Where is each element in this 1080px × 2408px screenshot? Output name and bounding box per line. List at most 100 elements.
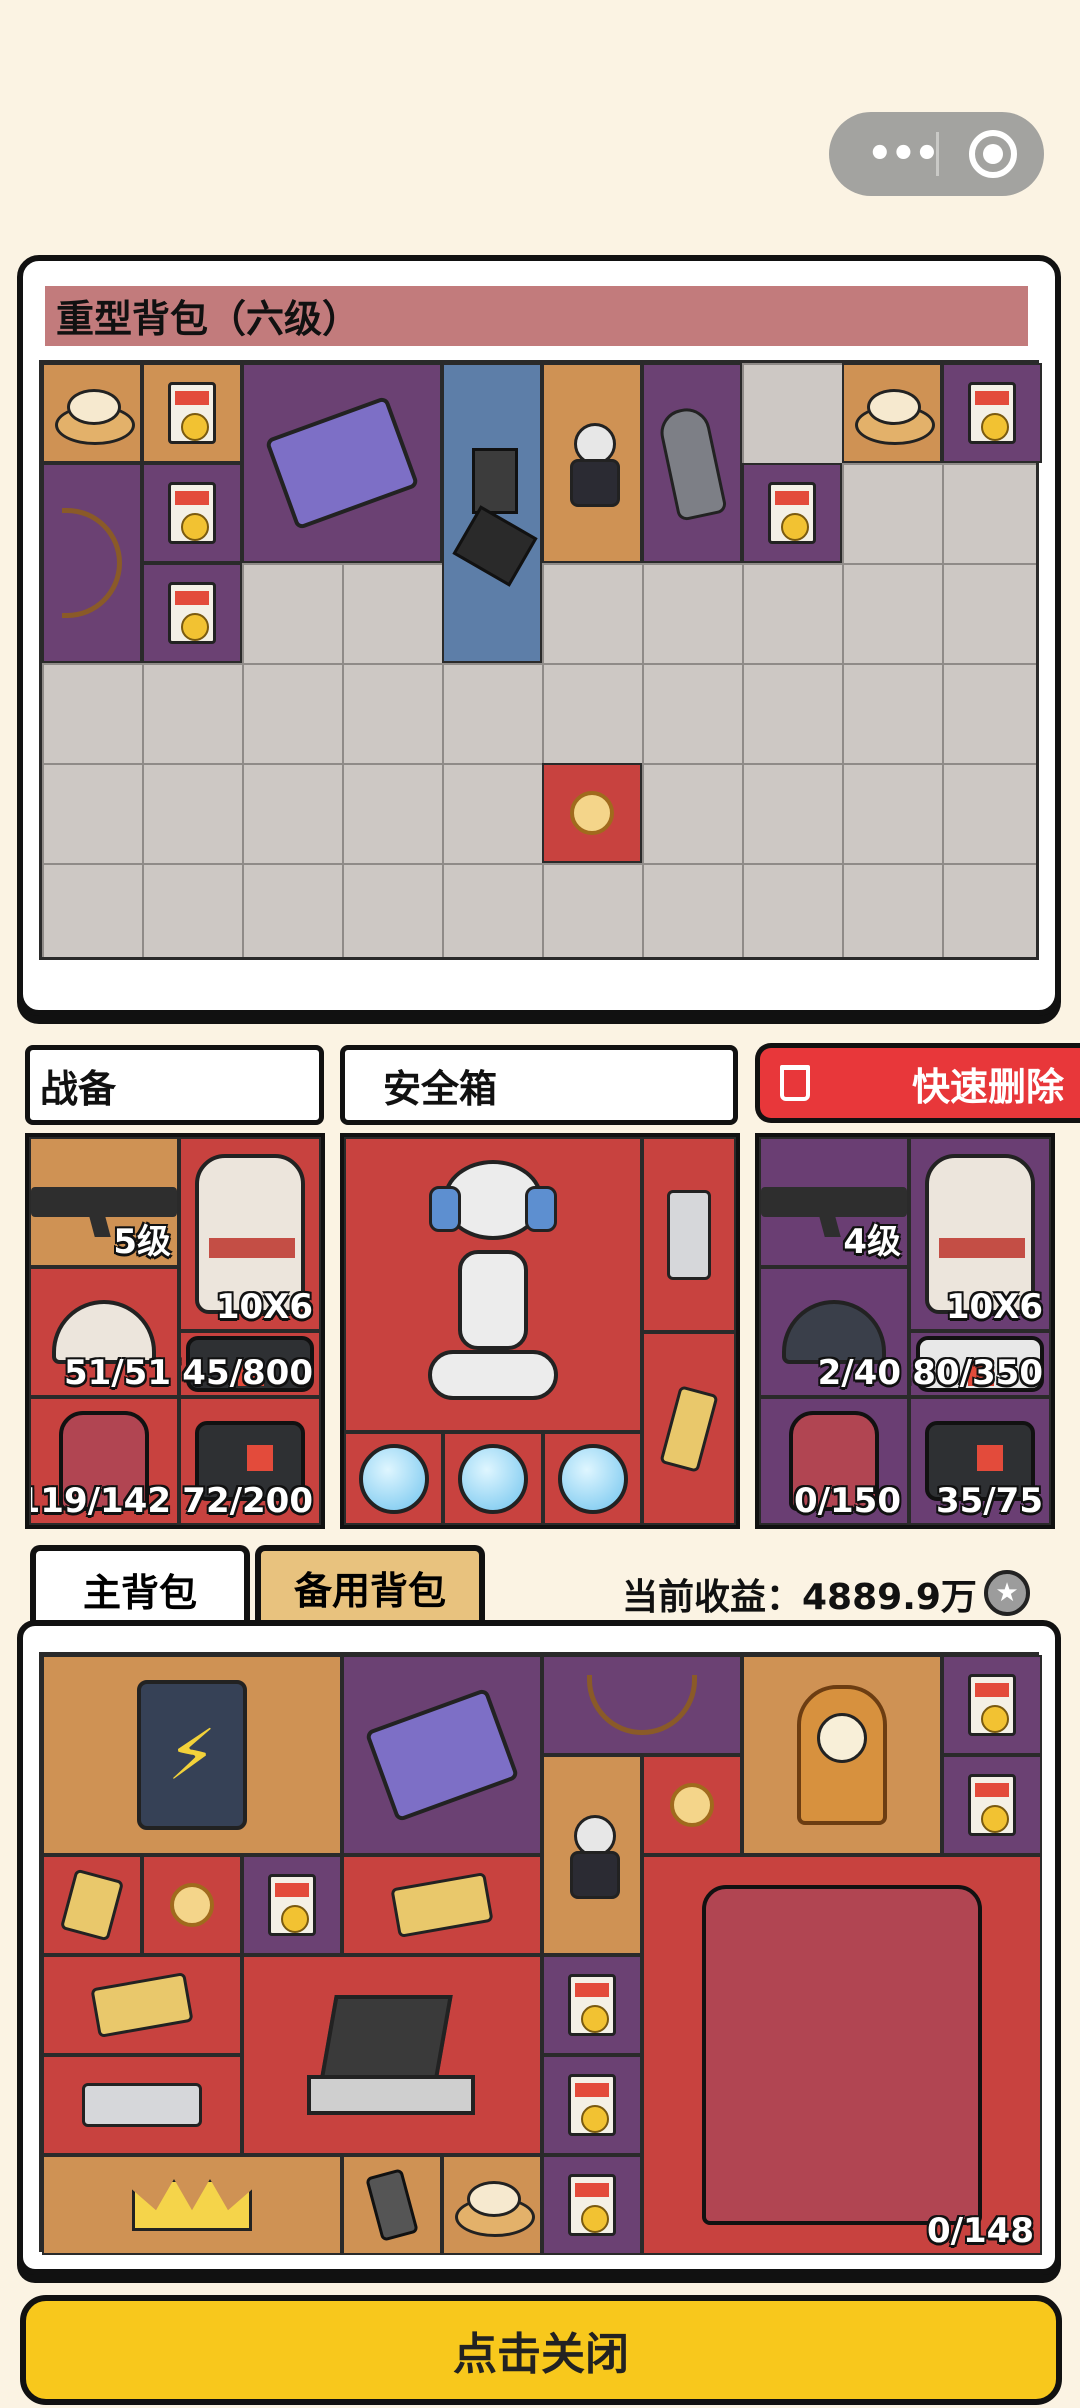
rifle-icon — [761, 1187, 907, 1217]
antler-icon — [587, 1675, 697, 1735]
safe-box-robot[interactable] — [344, 1137, 642, 1432]
gpu-icon — [82, 2083, 202, 2127]
item-antler[interactable] — [42, 463, 142, 663]
quick-delete-label: 快速删除 — [912, 1064, 1065, 1109]
quick-delete-button[interactable]: 快速删除 — [755, 1043, 1080, 1123]
close-button[interactable]: 点击关闭 — [20, 2295, 1062, 2405]
safe-box-gold[interactable] — [642, 1332, 736, 1525]
laptop-icon — [307, 1995, 477, 2115]
backpack-slot[interactable]: 10X6 — [179, 1137, 321, 1331]
pocket-watch-icon — [570, 791, 614, 835]
item-juice[interactable] — [142, 363, 242, 463]
item-gold-bar[interactable] — [342, 1855, 542, 1955]
backpack-grid — [39, 360, 1042, 960]
backpack-size: 10X6 — [215, 1287, 313, 1327]
gold-bar-icon — [390, 1872, 494, 1938]
item-pie[interactable] — [442, 2155, 542, 2255]
item-figure[interactable] — [542, 363, 642, 563]
ellipsis-icon[interactable]: ••• — [867, 134, 940, 174]
juice-box-icon — [168, 482, 216, 544]
medkit-durability: 280/350 — [911, 1353, 1043, 1393]
backpack-slot[interactable]: 10X6 — [909, 1137, 1051, 1331]
safe-box-gem[interactable] — [543, 1432, 642, 1525]
armor-slot[interactable]: 119/142 — [29, 1397, 179, 1525]
item-juice[interactable] — [942, 1755, 1042, 1855]
juice-box-icon — [268, 1874, 316, 1936]
safe-box-grid — [340, 1133, 740, 1529]
item-juice[interactable] — [742, 463, 842, 563]
pie-icon — [455, 2177, 535, 2237]
item-juice[interactable] — [542, 2055, 642, 2155]
item-pocket-watch[interactable] — [142, 1855, 242, 1955]
gold-card-icon — [59, 1868, 125, 1942]
item-juice[interactable] — [942, 363, 1042, 463]
book-icon — [264, 395, 420, 531]
safe-box-gem[interactable] — [344, 1432, 443, 1525]
main-bag-capacity: 0/148 — [926, 2211, 1034, 2251]
medkit-durability: 745/800 — [181, 1353, 313, 1393]
armor-durability: 119/142 — [29, 1481, 171, 1521]
item-pie[interactable] — [842, 363, 942, 463]
item-laptop[interactable] — [242, 1955, 542, 2155]
ammo-bag-slot[interactable]: 35/75 — [909, 1397, 1051, 1525]
record-icon[interactable] — [969, 130, 1017, 178]
ammo-bag-slot[interactable]: 72/200 — [179, 1397, 321, 1525]
safe-box-tab[interactable]: 安全箱 — [340, 1045, 738, 1125]
item-power-bank[interactable]: ⚡ — [42, 1655, 342, 1855]
armor-durability: 0/150 — [793, 1481, 901, 1521]
juice-box-icon — [568, 2174, 616, 2236]
item-juice[interactable] — [242, 1855, 342, 1955]
gear-tab[interactable]: 战备 — [25, 1045, 324, 1125]
item-gold-card[interactable] — [42, 1855, 142, 1955]
medkit-slot[interactable]: 280/350 — [909, 1331, 1051, 1397]
mini-program-capsule: ••• — [829, 112, 1044, 196]
item-pocket-watch[interactable] — [542, 763, 642, 863]
item-juice[interactable] — [542, 2155, 642, 2255]
weapon-slot[interactable]: 4级 — [759, 1137, 909, 1267]
crown-icon — [132, 2179, 252, 2231]
item-juice[interactable] — [142, 563, 242, 663]
item-pocket-watch[interactable] — [642, 1755, 742, 1855]
tab-backup-bag-label: 备用背包 — [293, 1568, 446, 1613]
juice-box-icon — [168, 382, 216, 444]
item-figure[interactable] — [542, 1755, 642, 1955]
item-phone[interactable] — [342, 2155, 442, 2255]
item-claw[interactable] — [642, 363, 742, 563]
tab-main-bag-label: 主背包 — [82, 1570, 197, 1615]
robot-icon — [418, 1159, 568, 1410]
medkit-slot[interactable]: 745/800 — [179, 1331, 321, 1397]
item-crown[interactable] — [42, 2155, 342, 2255]
diamond-icon — [358, 1443, 429, 1514]
helmet-slot[interactable]: 2/40 — [759, 1267, 909, 1397]
item-book[interactable] — [242, 363, 442, 563]
backpack-title: 重型背包（六级） — [56, 297, 361, 341]
weapon-slot[interactable]: 5级 — [29, 1137, 179, 1267]
helmet-slot[interactable]: 51/51 — [29, 1267, 179, 1397]
rifle-icon — [31, 1187, 177, 1217]
item-pie[interactable] — [42, 363, 142, 463]
juice-box-icon — [768, 482, 816, 544]
item-antler[interactable] — [542, 1655, 742, 1755]
item-juice[interactable] — [142, 463, 242, 563]
diamond-icon — [458, 1443, 528, 1514]
tab-main-bag[interactable]: 主背包 — [30, 1545, 250, 1627]
item-armor-vest[interactable]: 0/148 — [642, 1855, 1042, 2255]
item-book[interactable] — [342, 1655, 542, 1855]
item-clock[interactable] — [742, 1655, 942, 1855]
safe-box-gpu[interactable] — [642, 1137, 736, 1332]
juice-box-icon — [968, 1774, 1016, 1836]
tab-backup-bag[interactable]: 备用背包 — [255, 1545, 485, 1623]
diamond-icon — [557, 1443, 628, 1514]
weapon-level: 5级 — [113, 1222, 171, 1262]
helmet-durability: 2/40 — [817, 1353, 901, 1393]
phone-icon — [365, 2168, 419, 2242]
item-gpu[interactable] — [42, 2055, 242, 2155]
safe-box-gem[interactable] — [443, 1432, 543, 1525]
armor-slot[interactable]: 0/150 — [759, 1397, 909, 1525]
item-mechanism[interactable] — [442, 363, 542, 663]
ammo-bag-durability: 35/75 — [935, 1481, 1043, 1521]
item-juice[interactable] — [942, 1655, 1042, 1755]
item-gold-bar[interactable] — [42, 1955, 242, 2055]
pocket-watch-icon — [670, 1783, 714, 1827]
item-juice[interactable] — [542, 1955, 642, 2055]
